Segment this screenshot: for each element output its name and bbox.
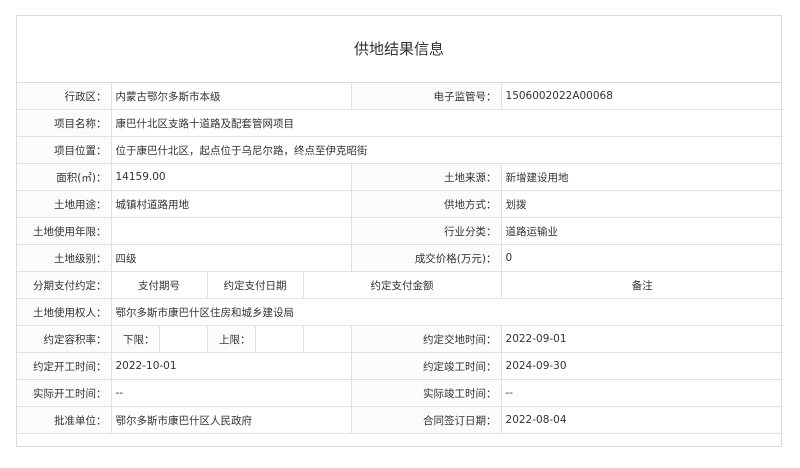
price-value: 0 xyxy=(500,244,784,272)
start-date-value: 2022-10-01 xyxy=(110,352,352,380)
approval-unit-value: 鄂尔多斯市康巴什区人民政府 xyxy=(110,406,352,434)
use-years-value xyxy=(110,217,352,245)
approval-unit-label: 批准单位： xyxy=(17,406,112,434)
district-label: 行政区： xyxy=(17,83,112,110)
land-grade-value: 四级 xyxy=(110,244,352,272)
table-row: 面积(㎡)： 14159.00 土地来源： 新增建设用地 xyxy=(17,163,784,191)
handover-date-label: 约定交地时间： xyxy=(350,325,502,353)
industry-label: 行业分类： xyxy=(350,217,502,245)
completion-date-value: 2024-09-30 xyxy=(500,352,784,380)
supply-method-label: 供地方式： xyxy=(350,190,502,218)
table-row: 实际开工时间： -- 实际竣工时间： -- xyxy=(17,379,784,407)
supply-method-value: 划拨 xyxy=(500,190,784,218)
project-location-label: 项目位置： xyxy=(17,136,112,164)
land-supply-table: 行政区： 内蒙古鄂尔多斯市本级 电子监管号： 1506002022A00068 … xyxy=(17,83,784,434)
industry-value: 道路运输业 xyxy=(500,217,784,245)
table-row: 土地用途： 城镇村道路用地 供地方式： 划拨 xyxy=(17,190,784,218)
land-supply-panel: 供地结果信息 行政区： 内蒙古鄂尔多斯市本级 电子监管号： 1506002022… xyxy=(16,15,784,447)
area-value: 14159.00 xyxy=(110,163,352,191)
land-user-value: 鄂尔多斯市康巴什区住房和城乡建设局 xyxy=(110,298,784,326)
table-row: 约定开工时间： 2022-10-01 约定竣工时间： 2024-09-30 xyxy=(17,352,784,380)
table-row: 土地使用权人： 鄂尔多斯市康巴什区住房和城乡建设局 xyxy=(17,298,784,326)
supervision-no-label: 电子监管号： xyxy=(350,83,502,110)
land-user-label: 土地使用权人： xyxy=(17,298,112,326)
table-row: 批准单位： 鄂尔多斯市康巴什区人民政府 合同签订日期： 2022-08-04 xyxy=(17,406,784,434)
installment-note-header: 备注 xyxy=(500,271,784,299)
installments-label: 分期支付约定： xyxy=(17,271,112,299)
blank-cell xyxy=(302,325,352,353)
project-name-label: 项目名称： xyxy=(17,109,112,137)
area-label: 面积(㎡)： xyxy=(17,163,112,191)
actual-start-value: -- xyxy=(110,379,352,407)
actual-start-label: 实际开工时间： xyxy=(17,379,112,407)
plot-ratio-lower-label: 下限： xyxy=(110,325,160,353)
use-years-label: 土地使用年限： xyxy=(17,217,112,245)
land-use-value: 城镇村道路用地 xyxy=(110,190,352,218)
land-grade-label: 土地级别： xyxy=(17,244,112,272)
table-row: 土地级别： 四级 成交价格(万元)： 0 xyxy=(17,244,784,272)
table-row: 土地使用年限： 行业分类： 道路运输业 xyxy=(17,217,784,245)
contract-date-value: 2022-08-04 xyxy=(500,406,784,434)
completion-date-label: 约定竣工时间： xyxy=(350,352,502,380)
project-name-value: 康巴什北区支路十道路及配套管网项目 xyxy=(110,109,784,137)
installment-date-header: 约定支付日期 xyxy=(206,271,304,299)
page-title: 供地结果信息 xyxy=(17,16,781,83)
plot-ratio-upper-value xyxy=(254,325,304,353)
actual-completion-label: 实际竣工时间： xyxy=(350,379,502,407)
contract-date-label: 合同签订日期： xyxy=(350,406,502,434)
district-value: 内蒙古鄂尔多斯市本级 xyxy=(110,83,352,110)
supervision-no-value: 1506002022A00068 xyxy=(500,83,784,110)
land-source-label: 土地来源： xyxy=(350,163,502,191)
start-date-label: 约定开工时间： xyxy=(17,352,112,380)
table-row: 项目位置： 位于康巴什北区，起点位于乌尼尔路，终点至伊克昭街 xyxy=(17,136,784,164)
handover-date-value: 2022-09-01 xyxy=(500,325,784,353)
actual-completion-value: -- xyxy=(500,379,784,407)
plot-ratio-upper-label: 上限： xyxy=(206,325,256,353)
installment-amount-header: 约定支付金额 xyxy=(302,271,502,299)
plot-ratio-label: 约定容积率： xyxy=(17,325,112,353)
plot-ratio-lower-value xyxy=(158,325,208,353)
table-row: 约定容积率： 下限： 上限： 约定交地时间： 2022-09-01 xyxy=(17,325,784,353)
price-label: 成交价格(万元)： xyxy=(350,244,502,272)
installment-no-header: 支付期号 xyxy=(110,271,208,299)
land-source-value: 新增建设用地 xyxy=(500,163,784,191)
table-row: 项目名称： 康巴什北区支路十道路及配套管网项目 xyxy=(17,109,784,137)
table-row: 分期支付约定： 支付期号 约定支付日期 约定支付金额 备注 xyxy=(17,271,784,299)
project-location-value: 位于康巴什北区，起点位于乌尼尔路，终点至伊克昭街 xyxy=(110,136,784,164)
land-use-label: 土地用途： xyxy=(17,190,112,218)
table-row: 行政区： 内蒙古鄂尔多斯市本级 电子监管号： 1506002022A00068 xyxy=(17,83,784,110)
